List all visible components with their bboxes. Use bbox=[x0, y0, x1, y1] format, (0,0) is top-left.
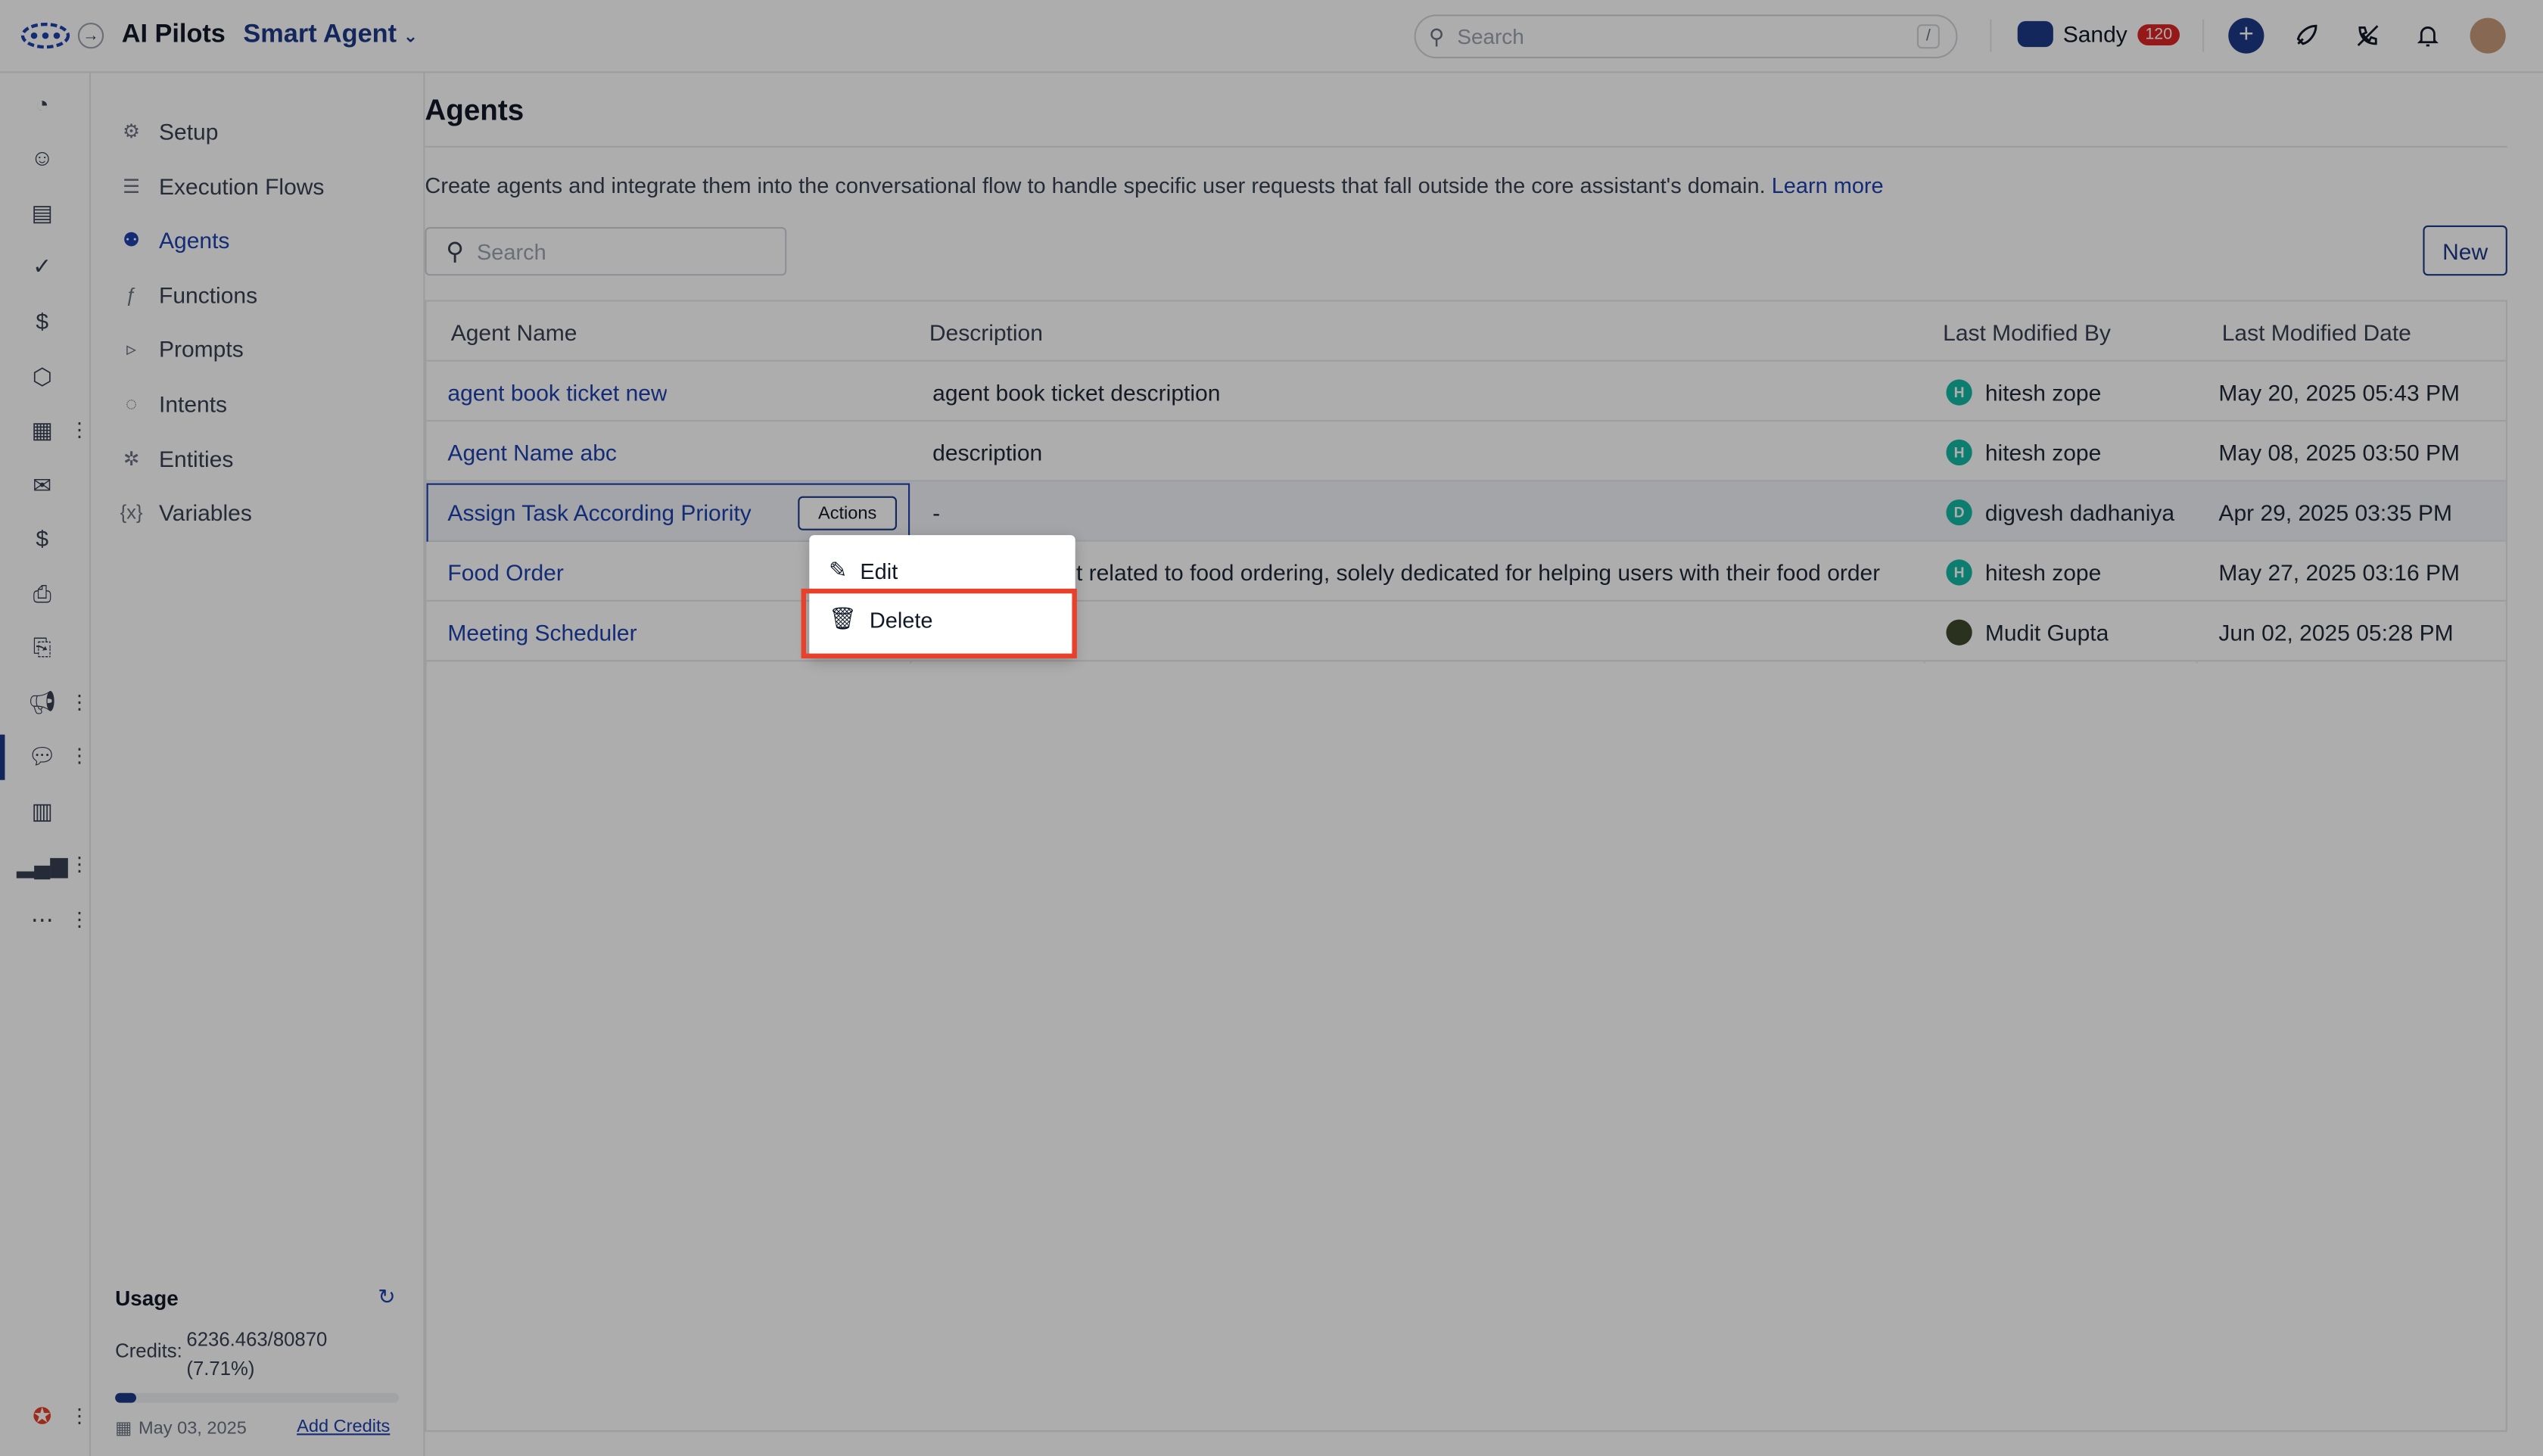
menu-item-label: Edit bbox=[860, 558, 898, 583]
modal-overlay bbox=[0, 0, 2543, 1456]
menu-item-edit[interactable]: ✎ Edit bbox=[819, 548, 1066, 593]
pencil-icon: ✎ bbox=[829, 558, 848, 583]
delete-highlight-box bbox=[801, 588, 1077, 658]
